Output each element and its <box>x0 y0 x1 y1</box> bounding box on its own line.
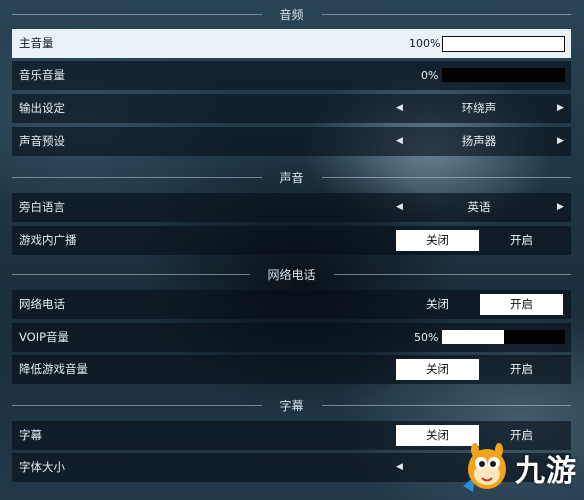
mascot-logo-icon <box>463 443 506 492</box>
left-arrow-icon[interactable]: ◀ <box>396 94 403 123</box>
voip-off-button[interactable]: 关闭 <box>396 294 479 315</box>
row-sound-preset[interactable]: 声音预设 ◀ 扬声器 ▶ <box>12 127 571 156</box>
divider <box>12 13 262 15</box>
voip-label: 网络电话 <box>19 297 65 311</box>
voip-on-button[interactable]: 开启 <box>480 294 563 315</box>
section-header-voip: 网络电话 <box>12 262 572 286</box>
voip-volume-slider-fill <box>442 330 504 344</box>
section-title-audio: 音频 <box>279 7 304 22</box>
master-volume-percent: 100% <box>409 37 441 50</box>
divider <box>321 176 572 178</box>
master-volume-slider[interactable] <box>442 36 565 52</box>
section-title-voip: 网络电话 <box>267 267 316 282</box>
ingame-broadcast-label: 游戏内广播 <box>19 233 77 247</box>
sound-preset-value: 扬声器 <box>461 134 497 148</box>
narration-language-label: 旁白语言 <box>19 200 65 214</box>
section-header-voice: 声音 <box>12 165 572 189</box>
divider <box>12 176 262 178</box>
divider <box>321 13 572 15</box>
voip-volume-label: VOIP音量 <box>19 330 70 344</box>
lower-game-volume-label: 降低游戏音量 <box>19 362 88 376</box>
settings-panel: 音频 主音量 100% 音乐音量 0% 输出设定 ◀ 环绕声 ▶ 声音预设 ◀ … <box>12 0 572 500</box>
ingame-broadcast-off-button[interactable]: 关闭 <box>396 230 479 251</box>
subtitles-label: 字幕 <box>19 428 42 442</box>
row-music-volume[interactable]: 音乐音量 0% <box>12 61 571 90</box>
row-voip-volume[interactable]: VOIP音量 50% <box>12 323 571 352</box>
ingame-broadcast-on-button[interactable]: 开启 <box>480 230 563 251</box>
section-title-voice: 声音 <box>279 170 304 185</box>
lower-game-volume-on-button[interactable]: 开启 <box>480 359 563 380</box>
row-master-volume[interactable]: 主音量 100% <box>12 29 571 58</box>
row-lower-game-volume: 降低游戏音量 关闭 开启 <box>12 355 571 384</box>
row-output-setting[interactable]: 输出设定 ◀ 环绕声 ▶ <box>12 94 571 123</box>
voip-volume-slider[interactable] <box>442 330 565 344</box>
left-arrow-icon[interactable]: ◀ <box>396 127 403 156</box>
narration-language-value: 英语 <box>467 200 491 214</box>
voip-volume-percent: 50% <box>414 331 439 344</box>
watermark: 九游 <box>455 436 580 496</box>
lower-game-volume-off-button[interactable]: 关闭 <box>396 359 479 380</box>
output-setting-value: 环绕声 <box>461 101 497 115</box>
music-volume-slider[interactable] <box>442 68 565 82</box>
master-volume-slider-fill <box>443 37 564 51</box>
row-narration-language[interactable]: 旁白语言 ◀ 英语 ▶ <box>12 193 571 222</box>
divider <box>12 273 250 275</box>
right-arrow-icon[interactable]: ▶ <box>557 193 564 222</box>
section-header-subtitles: 字幕 <box>12 393 572 417</box>
divider <box>321 404 572 406</box>
music-volume-percent: 0% <box>421 69 439 82</box>
section-title-subtitles: 字幕 <box>279 398 304 413</box>
section-header-audio: 音频 <box>12 2 572 26</box>
right-arrow-icon[interactable]: ▶ <box>557 127 564 156</box>
right-arrow-icon[interactable]: ▶ <box>557 94 564 123</box>
font-size-label: 字体大小 <box>19 460 65 474</box>
sound-preset-label: 声音预设 <box>19 134 65 148</box>
left-arrow-icon[interactable]: ◀ <box>396 453 403 482</box>
row-ingame-broadcast: 游戏内广播 关闭 开启 <box>12 226 571 255</box>
divider <box>12 404 262 406</box>
output-setting-label: 输出设定 <box>19 101 65 115</box>
watermark-text: 九游 <box>515 454 577 489</box>
left-arrow-icon[interactable]: ◀ <box>396 193 403 222</box>
master-volume-label: 主音量 <box>19 36 54 50</box>
music-volume-label: 音乐音量 <box>19 68 65 82</box>
divider <box>333 273 572 275</box>
row-voip: 网络电话 关闭 开启 <box>12 290 571 319</box>
